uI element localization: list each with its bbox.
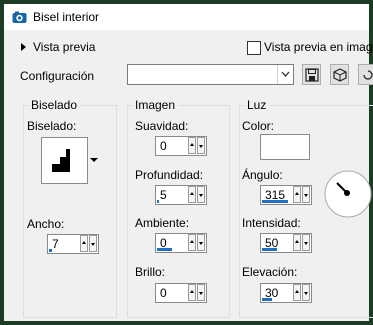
angle-level-bar <box>262 200 288 203</box>
elevation-spinner[interactable]: 30 <box>260 283 312 303</box>
intensity-spinner[interactable]: 50 <box>260 233 312 253</box>
intensity-label: Intensidad: <box>242 216 301 230</box>
image-group-title: Imagen <box>132 98 179 112</box>
brightness-spinner[interactable]: 0 <box>155 283 207 303</box>
intensity-increment-button[interactable] <box>293 234 301 251</box>
elevation-level-bar <box>262 298 272 301</box>
brightness-value: 0 <box>160 286 167 300</box>
reset-button[interactable] <box>358 64 373 85</box>
depth-level-bar <box>157 200 159 203</box>
bevel-dialog: Bisel interior Vista previa Vista previa… <box>0 0 373 325</box>
bevel-shape-dropdown-icon[interactable] <box>90 158 98 162</box>
live-preview-checkbox[interactable] <box>247 41 261 55</box>
intensity-level-bar <box>262 248 277 251</box>
config-label: Configuración <box>20 69 95 83</box>
bevel-shape-label: Biselado: <box>27 119 77 133</box>
elevation-increment-button[interactable] <box>293 284 301 301</box>
save-icon <box>305 68 319 82</box>
config-dropdown[interactable] <box>127 64 294 85</box>
bevel-shape-icon <box>52 149 70 172</box>
angle-spinner[interactable]: 315 <box>260 185 312 205</box>
preset-icon <box>333 68 347 82</box>
width-level-bar <box>49 249 52 252</box>
bevel-group-title: Biselado <box>28 98 81 112</box>
expand-triangle-icon <box>21 43 26 51</box>
brightness-increment-button[interactable] <box>188 284 196 301</box>
reset-icon <box>363 70 373 80</box>
app-icon <box>12 11 27 23</box>
width-label: Ancho: <box>27 217 65 231</box>
preview-label: Vista previa <box>33 40 96 54</box>
title-bar: Bisel interior <box>4 4 369 30</box>
chevron-down-icon <box>281 71 290 77</box>
ambient-spinner[interactable]: 0 <box>155 233 207 253</box>
angle-decrement-button[interactable] <box>302 186 310 203</box>
depth-label: Profundidad: <box>135 168 204 182</box>
width-spinner[interactable]: 7 <box>47 234 99 254</box>
brightness-label: Brillo: <box>135 265 166 279</box>
window-title: Bisel interior <box>33 10 100 24</box>
save-button[interactable] <box>302 64 321 85</box>
depth-value: 5 <box>160 188 167 202</box>
elevation-label: Elevación: <box>242 265 298 279</box>
config-dropdown-arrow[interactable] <box>277 65 293 84</box>
light-color-label: Color: <box>242 119 275 133</box>
intensity-decrement-button[interactable] <box>302 234 310 251</box>
depth-spinner[interactable]: 5 <box>155 185 207 205</box>
light-color-swatch[interactable] <box>260 134 310 160</box>
light-group-title: Luz <box>244 98 270 112</box>
ambient-level-bar <box>157 248 172 251</box>
preset-button[interactable] <box>330 64 349 85</box>
ambient-decrement-button[interactable] <box>197 234 205 251</box>
width-increment-button[interactable] <box>80 235 88 252</box>
smoothness-decrement-button[interactable] <box>197 137 205 154</box>
elevation-decrement-button[interactable] <box>302 284 310 301</box>
angle-label: Ángulo: <box>242 168 283 182</box>
width-decrement-button[interactable] <box>89 235 97 252</box>
ambient-increment-button[interactable] <box>188 234 196 251</box>
smoothness-increment-button[interactable] <box>188 137 196 154</box>
width-value: 7 <box>52 237 59 251</box>
smoothness-label: Suavidad: <box>135 119 189 133</box>
live-preview-label: Vista previa en imagen <box>264 40 373 54</box>
smoothness-value: 0 <box>160 139 167 153</box>
depth-decrement-button[interactable] <box>197 186 205 203</box>
brightness-decrement-button[interactable] <box>197 284 205 301</box>
smoothness-spinner[interactable]: 0 <box>155 136 207 156</box>
bevel-shape-preview[interactable] <box>41 137 88 184</box>
angle-dial-icon[interactable] <box>324 168 372 220</box>
depth-increment-button[interactable] <box>188 186 196 203</box>
ambient-label: Ambiente: <box>135 216 190 230</box>
angle-increment-button[interactable] <box>293 186 301 203</box>
